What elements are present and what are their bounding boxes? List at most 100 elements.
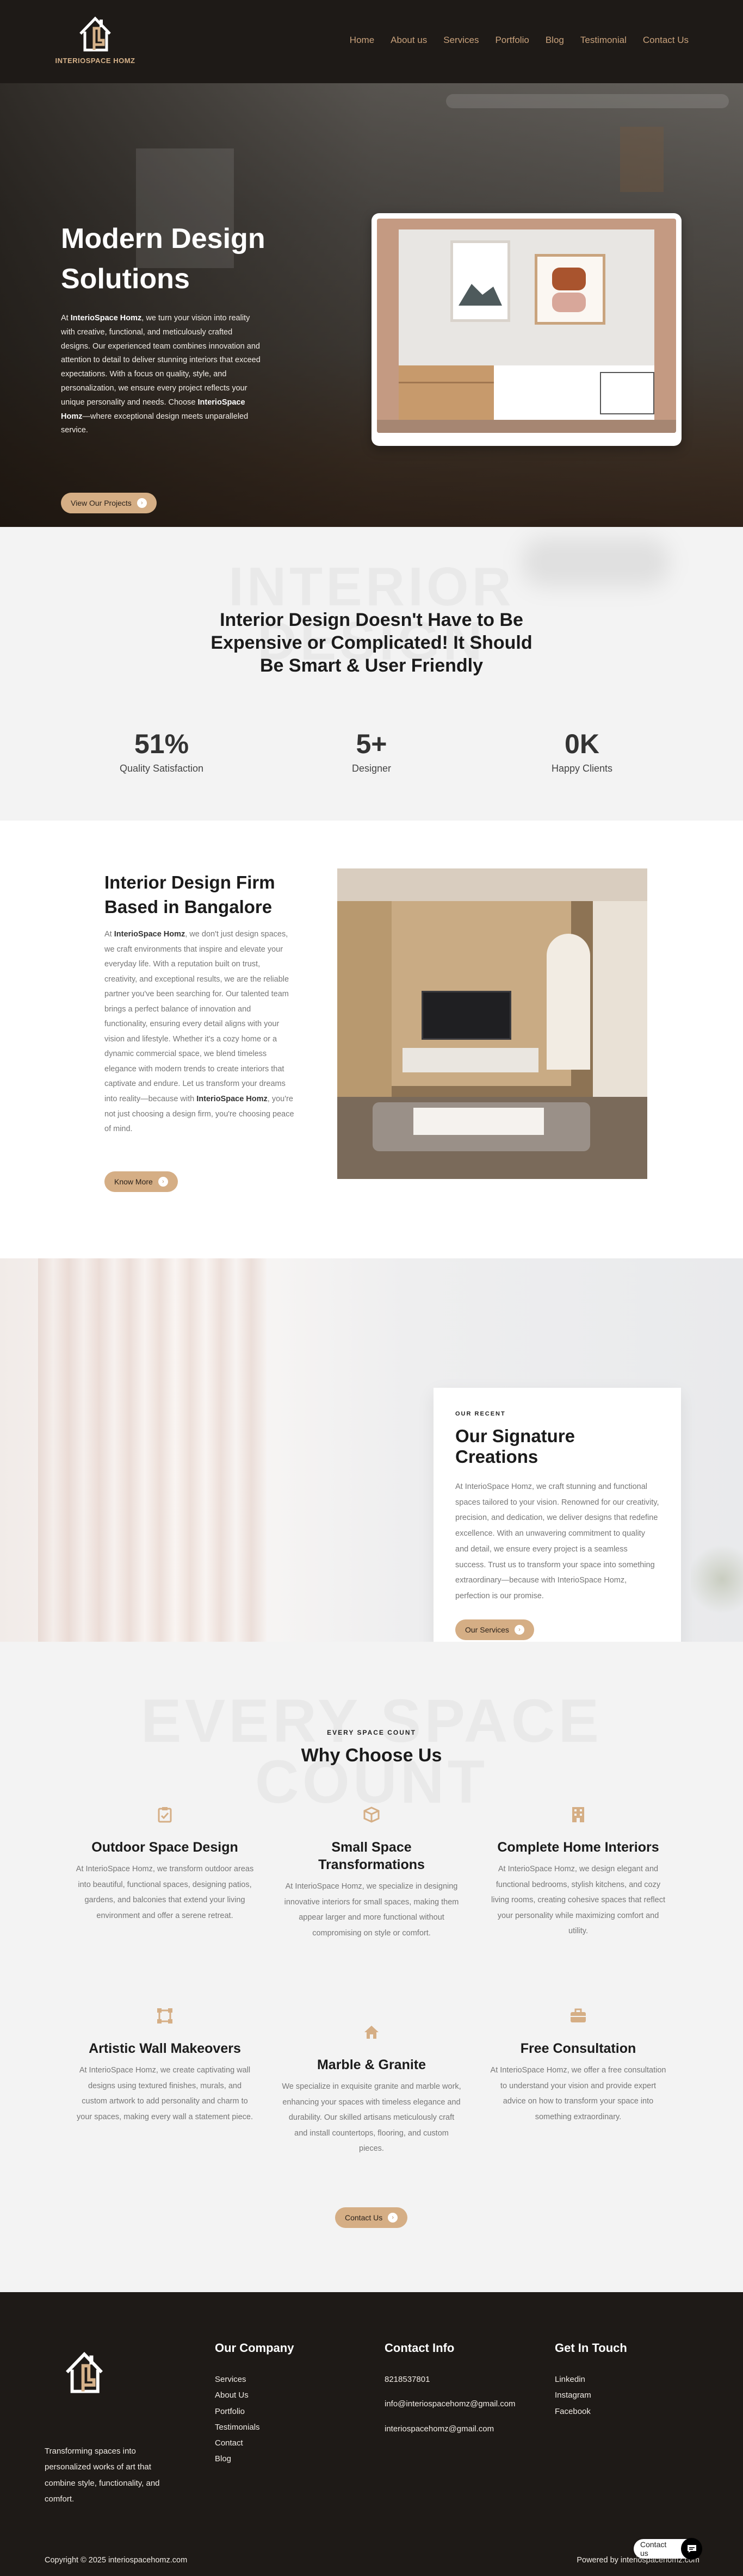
footer-link-blog[interactable]: Blog (215, 2451, 294, 2467)
footer-tagline: Transforming spaces into personalized wo… (45, 2447, 160, 2504)
hero-featured-image (371, 213, 682, 446)
service-text: At InterioSpace Homz, we transform outdo… (76, 1865, 254, 1920)
main-nav: Home About us Services Portfolio Blog Te… (350, 35, 689, 46)
footer-link-contact[interactable]: Contact (215, 2435, 294, 2451)
briefcase-icon (568, 2006, 588, 2026)
our-services-button[interactable]: Our Services › (455, 1619, 534, 1640)
nav-home[interactable]: Home (350, 35, 374, 46)
service-title: Marble & Granite (317, 2057, 426, 2072)
nav-services[interactable]: Services (443, 35, 479, 46)
about-description: At InterioSpace Homz, we don't just desi… (104, 930, 294, 1134)
signature-kicker: OUR RECENT (455, 1411, 506, 1417)
footer-link-about[interactable]: About Us (215, 2387, 294, 2403)
stats-title: Interior Design Doesn't Have to Be Expen… (210, 610, 533, 676)
arrow-right-icon: › (158, 1177, 168, 1187)
plant-image (691, 1541, 743, 1617)
page: INTERIOSPACE HOMZ Home About us Services… (0, 0, 743, 2576)
hero-section: Modern Design Solutions At InterioSpace … (0, 83, 743, 527)
footer-copyright: Copyright © 2025 interiospacehomz.com (45, 2556, 188, 2565)
stat-clients: 0K Happy Clients (511, 728, 653, 774)
hero-art-scene (377, 219, 676, 433)
stat-value: 5+ (356, 729, 387, 759)
service-card-wall-makeovers: Artistic Wall Makeovers At InterioSpace … (75, 2006, 255, 2125)
contact-us-button[interactable]: Contact Us › (335, 2207, 408, 2228)
hero-title: Modern Design Solutions (61, 223, 265, 295)
signature-description: At InterioSpace Homz, we craft stunning … (455, 1482, 659, 1600)
stat-designer: 5+ Designer (301, 728, 442, 774)
nav-portfolio[interactable]: Portfolio (495, 35, 529, 46)
signature-title: Our Signature Creations (455, 1426, 575, 1467)
arrow-right-icon: › (388, 2213, 398, 2223)
footer-company-column: Our Company Services About Us Portfolio … (215, 2341, 294, 2467)
about-room-image (337, 868, 647, 1179)
service-card-home-interiors: Complete Home Interiors At InterioSpace … (488, 1805, 668, 1939)
nav-testimonial[interactable]: Testimonial (580, 35, 627, 46)
cube-icon (362, 1805, 381, 1824)
stats-section: INTERIOR DESIGN Interior Design Doesn't … (0, 527, 743, 821)
nav-about[interactable]: About us (391, 35, 427, 46)
site-header: INTERIOSPACE HOMZ Home About us Services… (0, 0, 743, 83)
know-more-button[interactable]: Know More › (104, 1171, 178, 1192)
why-title: Why Choose Us (301, 1745, 442, 1766)
service-text: At InterioSpace Homz, we offer a free co… (490, 2066, 666, 2121)
service-title: Free Consultation (520, 2041, 636, 2056)
site-footer: Transforming spaces into personalized wo… (0, 2292, 743, 2576)
vector-square-icon (155, 2006, 175, 2026)
arrow-right-icon: › (137, 498, 147, 508)
stat-label: Happy Clients (551, 763, 613, 774)
chat-widget[interactable]: Contact us (634, 2538, 702, 2560)
footer-social-column: Get In Touch Linkedin Instagram Facebook (555, 2341, 627, 2419)
home-icon (362, 2022, 381, 2042)
footer-social-heading: Get In Touch (555, 2341, 627, 2355)
nav-blog[interactable]: Blog (546, 35, 564, 46)
stat-quality: 51% Quality Satisfaction (91, 728, 232, 774)
service-card-free-consultation: Free Consultation At InterioSpace Homz, … (488, 2006, 668, 2125)
view-projects-button[interactable]: View Our Projects › (61, 493, 157, 513)
footer-contact-heading: Contact Info (385, 2341, 455, 2355)
footer-link-linkedin[interactable]: Linkedin (555, 2372, 627, 2387)
building-icon (568, 1805, 588, 1824)
service-title: Artistic Wall Makeovers (89, 2041, 241, 2056)
service-card-outdoor: Outdoor Space Design At InterioSpace Hom… (75, 1805, 255, 1923)
footer-email[interactable]: interiospacehomz@gmail.com (385, 2421, 516, 2437)
chat-widget-label: Contact us (640, 2540, 667, 2558)
chat-bubble-icon[interactable] (681, 2538, 702, 2560)
service-title: Small Space Transformations (318, 1840, 425, 1872)
stat-value: 0K (565, 729, 599, 759)
why-kicker: EVERY SPACE COUNT (327, 1729, 416, 1736)
footer-link-facebook[interactable]: Facebook (555, 2404, 627, 2419)
curtain-image (38, 1258, 267, 1642)
footer-link-portfolio[interactable]: Portfolio (215, 2404, 294, 2419)
about-title: Interior Design Firm Based in Bangalore (104, 872, 275, 917)
service-title: Outdoor Space Design (91, 1840, 238, 1855)
decorative-blur (522, 538, 669, 587)
clipboard-check-icon (155, 1805, 175, 1824)
footer-email-info[interactable]: info@interiospacehomz@gmail.com (385, 2396, 516, 2412)
footer-link-testimonials[interactable]: Testimonials (215, 2419, 294, 2435)
footer-link-instagram[interactable]: Instagram (555, 2387, 627, 2403)
logo[interactable]: INTERIOSPACE HOMZ (49, 12, 141, 65)
footer-phone[interactable]: 8218537801 (385, 2372, 516, 2387)
service-card-marble-granite: Marble & Granite We specialize in exquis… (282, 2022, 461, 2157)
why-section: EVERY SPACE COUNT EVERY SPACE COUNT Why … (0, 1642, 743, 2292)
hero-ceiling-duct (446, 94, 729, 108)
signature-card: OUR RECENT Our Signature Creations At In… (434, 1388, 681, 1678)
arrow-right-icon: › (514, 1624, 524, 1635)
service-text: At InterioSpace Homz, we create captivat… (77, 2066, 253, 2121)
stat-label: Designer (351, 763, 392, 774)
footer-company-heading: Our Company (215, 2341, 294, 2355)
service-text: We specialize in exquisite granite and m… (282, 2082, 461, 2153)
nav-contact[interactable]: Contact Us (643, 35, 689, 46)
signature-section: OUR RECENT Our Signature Creations At In… (0, 1258, 743, 1678)
stat-value: 51% (134, 729, 189, 759)
footer-logo-house-icon[interactable] (60, 2347, 109, 2399)
stat-label: Quality Satisfaction (119, 763, 204, 774)
service-text: At InterioSpace Homz, we design elegant … (491, 1865, 665, 1936)
logo-house-icon (79, 16, 111, 52)
service-title: Complete Home Interiors (497, 1840, 659, 1855)
footer-contact-column: Contact Info 8218537801 info@interiospac… (385, 2341, 516, 2437)
footer-link-services[interactable]: Services (215, 2372, 294, 2387)
logo-text: INTERIOSPACE HOMZ (55, 57, 135, 65)
about-section: Interior Design Firm Based in Bangalore … (0, 821, 743, 1258)
service-text: At InterioSpace Homz, we specialize in d… (284, 1882, 459, 1938)
